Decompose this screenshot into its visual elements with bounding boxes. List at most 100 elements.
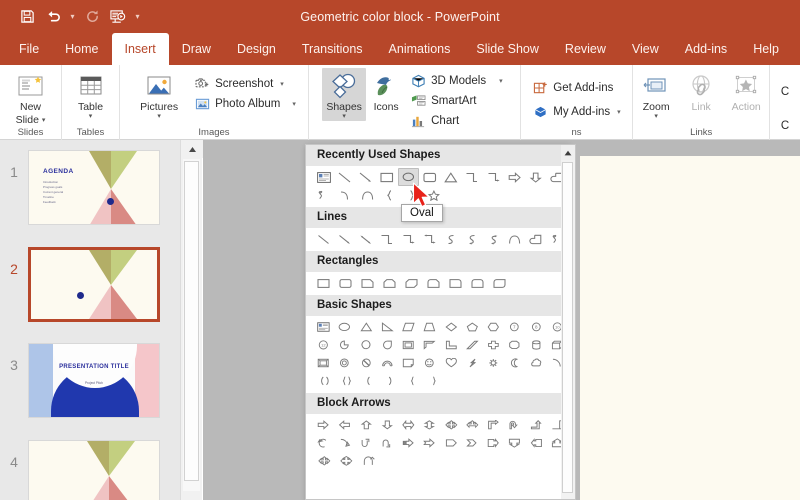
undo-dropdown-icon[interactable]: ▾ [66,4,79,30]
shape-heart-icon[interactable] [441,354,462,372]
shape-circular-arrow-2-icon[interactable] [357,452,379,470]
tab-add-ins[interactable]: Add-ins [672,33,740,65]
shape-down-arrow-icon[interactable] [526,168,547,186]
shape-half-frame-icon[interactable] [419,336,440,354]
shape-oval-icon[interactable] [334,318,355,336]
tab-file[interactable]: File [6,33,52,65]
shape-l-shape-icon[interactable] [441,336,462,354]
shape-octagon-icon[interactable]: 8 [526,318,547,336]
scrollbar-thumb[interactable] [184,161,199,481]
shape-teardrop-icon[interactable] [377,336,398,354]
tab-animations[interactable]: Animations [376,33,464,65]
shape-cylinder-icon[interactable] [526,336,547,354]
shape-left-brace-icon[interactable] [335,372,357,390]
shape-round-same-side-corner-icon[interactable] [467,274,489,292]
shape-elbow-arrow-connector-icon[interactable] [483,168,504,186]
slide-thumbnail-panel[interactable]: 1 AGENDA Introduction Progress goals Cur… [0,140,180,500]
shape-bent-up-arrow-icon[interactable] [526,416,547,434]
shape-right-arrow-callout-icon[interactable] [483,434,504,452]
gallery-scrollbar-thumb[interactable] [562,162,573,493]
shape-left-bracket-icon[interactable] [313,372,335,390]
zoom-button[interactable]: Zoom ▾ [633,68,679,121]
tab-view[interactable]: View [619,33,672,65]
shape-elbow-connector-icon[interactable] [377,230,398,248]
shape-triangle-icon[interactable] [441,168,462,186]
shape-lightning-bolt-icon[interactable] [462,354,483,372]
shape-notched-right-arrow-icon[interactable] [419,434,440,452]
customize-qat-icon[interactable]: ▾ [131,4,144,30]
shape-line-arrow-icon[interactable] [356,168,377,186]
slide-preview-4[interactable] [28,440,160,500]
shape-moon-icon[interactable] [504,354,525,372]
shape-snip-single-corner-icon[interactable] [357,274,379,292]
get-addins-button[interactable]: Get Add-ins [528,76,624,100]
shape-left-right-arrow-icon[interactable] [398,416,419,434]
chevron-down-icon[interactable]: ▾ [280,80,284,88]
slide-preview-2[interactable] [28,247,160,322]
shape-up-down-arrow-icon[interactable] [419,416,440,434]
shape-right-bracket-icon[interactable] [379,372,401,390]
shape-freeform-icon[interactable] [526,230,547,248]
shape-u-turn-arrow-icon[interactable] [504,416,525,434]
shape-text-box-icon[interactable] [313,318,334,336]
shape-chord-icon[interactable] [356,336,377,354]
shape-elbow-connector-icon[interactable] [462,168,483,186]
chevron-down-icon[interactable]: ▾ [499,77,503,85]
shape-left-brace-icon[interactable] [379,186,401,204]
chevron-down-icon[interactable]: ▾ [342,113,346,121]
main-slide[interactable] [580,156,800,500]
shape-right-triangle-icon[interactable] [377,318,398,336]
shape-elbow-arrow-connector-icon[interactable] [398,230,419,248]
shape-circular-arrow-icon[interactable] [313,434,334,452]
icons-button[interactable]: Icons [366,68,406,113]
table-button[interactable]: Table ▾ [64,68,118,121]
tab-insert[interactable]: Insert [111,33,169,65]
shape-bevel-icon[interactable] [313,354,334,372]
my-addins-button[interactable]: My Add-ins ▾ [528,100,624,124]
slide-thumbnail-3[interactable]: 3 PRESENTATION TITLE Project Pitch [0,343,180,418]
shape-donut-icon[interactable] [334,354,355,372]
thumbnail-scrollbar[interactable] [180,140,203,500]
shape-elbow-double-arrow-icon[interactable] [419,230,440,248]
shape-chevron-arrow-icon[interactable] [462,434,483,452]
shape-smiley-face-icon[interactable] [419,354,440,372]
shape-four-way-arrow-icon[interactable] [441,416,462,434]
shape-hexagon-icon[interactable] [483,318,504,336]
shape-rounded-rectangle-icon[interactable] [335,274,357,292]
shape-dodecagon-icon[interactable]: 12 [313,336,334,354]
shape-arc-icon[interactable] [504,230,525,248]
shape-cloud-icon[interactable] [526,354,547,372]
shape-left-brace-pair-icon[interactable] [401,372,423,390]
shape-down-arrow-callout-icon[interactable] [504,434,525,452]
shape-snip-diagonal-corner-icon[interactable] [401,274,423,292]
shape-no-symbol-icon[interactable] [356,354,377,372]
save-icon[interactable] [14,4,40,30]
screenshot-button[interactable]: Screenshot ▾ [190,74,300,94]
shapes-button[interactable]: Shapes ▾ [322,68,367,121]
shape-quad-arrow-callout-icon[interactable] [313,452,335,470]
undo-icon[interactable] [40,4,66,30]
shape-snip-and-round-corner-icon[interactable] [423,274,445,292]
chevron-down-icon[interactable]: ▾ [617,108,621,116]
shape-trapezoid-icon[interactable] [419,318,440,336]
shape-regular-octagon-icon[interactable] [504,336,525,354]
shape-curved-right-arrow-icon[interactable] [334,434,355,452]
shape-four-way-arrow-callout-icon[interactable] [335,452,357,470]
shape-textbox-icon[interactable] [313,168,334,186]
chart-button[interactable]: Chart [406,111,506,131]
shape-block-arc-icon[interactable] [377,354,398,372]
shape-parallelogram-icon[interactable] [398,318,419,336]
shape-diagonal-stripe-icon[interactable] [462,336,483,354]
scroll-up-icon[interactable] [181,140,203,158]
shape-left-arrow-icon[interactable] [334,416,355,434]
shape-frame-icon[interactable] [398,336,419,354]
shape-striped-right-arrow-icon[interactable] [398,434,419,452]
chevron-down-icon[interactable]: ▾ [42,117,46,125]
tab-help[interactable]: Help [740,33,792,65]
shape-sun-icon[interactable] [483,354,504,372]
chevron-down-icon[interactable]: ▾ [89,113,93,121]
shape-curve-arc-icon[interactable] [335,186,357,204]
shape-three-way-arrow-icon[interactable] [462,416,483,434]
photo-album-button[interactable]: Photo Album ▾ [190,94,300,114]
slide-thumbnail-2[interactable]: 2 [0,247,180,322]
